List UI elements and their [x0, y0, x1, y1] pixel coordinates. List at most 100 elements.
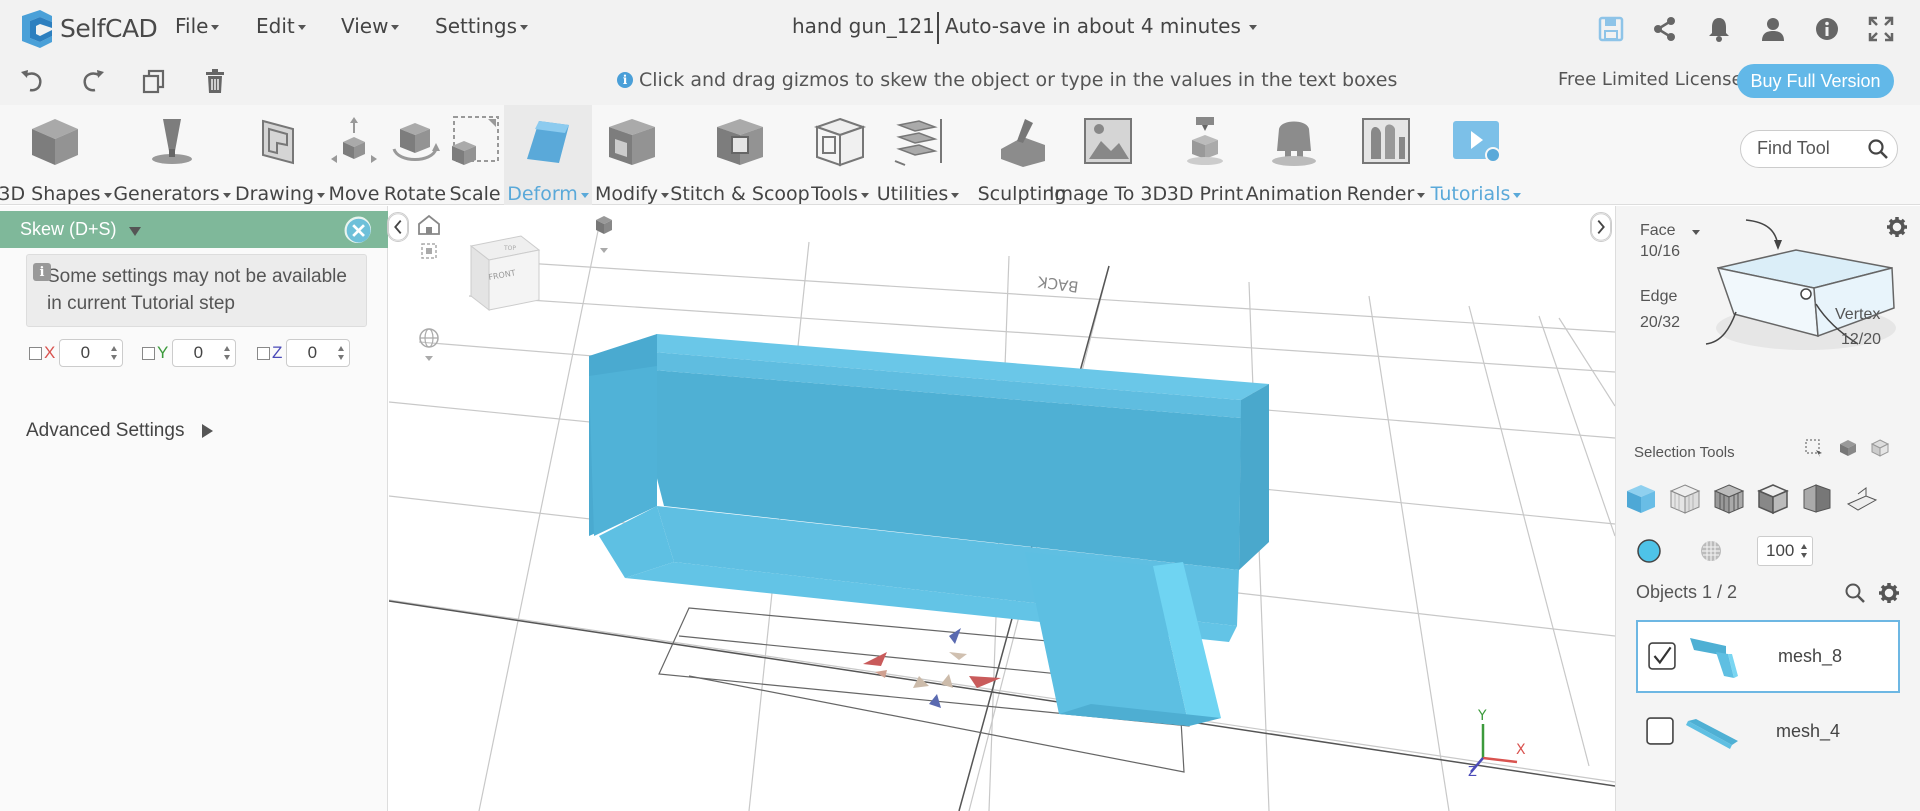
skew-y-checkbox[interactable] — [142, 346, 155, 360]
menu-settings[interactable]: Settings — [435, 14, 529, 38]
tool-rotate[interactable]: Rotate — [383, 105, 447, 205]
tool-stitch-scoop[interactable]: Stitch & Scoop — [670, 105, 810, 205]
copy-icon[interactable] — [140, 67, 168, 95]
tool-drawing[interactable]: Drawing — [235, 105, 326, 205]
3d-viewport[interactable]: BACK FRONT TOP Y X Z — [389, 206, 1615, 811]
advanced-settings-toggle[interactable]: Advanced Settings — [26, 420, 214, 442]
skew-z-checkbox[interactable] — [257, 346, 270, 360]
face-count: 10/16 — [1640, 243, 1681, 260]
right-sidebar: Face 10/16 Edge 20/32 Vertex 12/20 Selec… — [1615, 206, 1920, 811]
tool-deform[interactable]: Deform — [504, 105, 592, 205]
object-visibility-checkbox[interactable] — [1646, 717, 1674, 745]
tool-tools[interactable]: Tools — [805, 105, 875, 205]
expand-arrow-icon — [202, 424, 214, 438]
tool-tutorials[interactable]: Tutorials — [1428, 105, 1524, 205]
edge-label[interactable]: Edge — [1640, 288, 1677, 306]
polygon-select-icon[interactable] — [1800, 482, 1834, 516]
cube-icon — [32, 119, 78, 165]
object-visibility-checkbox[interactable] — [1648, 642, 1676, 670]
spinner-arrows-icon[interactable] — [110, 345, 118, 361]
rotate-icon — [392, 123, 440, 161]
spinner-arrows-icon[interactable] — [337, 345, 345, 361]
search-icon[interactable] — [1844, 582, 1866, 604]
tool-hint-text: Click and drag gizmos to skew the object… — [639, 69, 1398, 91]
menu-edit[interactable]: Edit — [256, 14, 306, 38]
camera-view-icon[interactable] — [596, 216, 612, 253]
object-row-mesh-4[interactable]: mesh_4 — [1636, 695, 1900, 768]
home-view-icon[interactable] — [418, 214, 440, 235]
close-icon[interactable] — [344, 216, 371, 243]
skew-x-checkbox[interactable] — [29, 346, 42, 360]
scene-canvas[interactable]: BACK FRONT TOP Y X Z — [389, 206, 1615, 811]
tool-image-to-3d[interactable]: Image To 3D — [1049, 105, 1167, 205]
tool-3d-shapes-label: 3D Shapes — [0, 183, 101, 205]
user-icon[interactable] — [1759, 15, 1787, 43]
tool-tools-label: Tools — [811, 183, 858, 205]
chevron-down-icon — [317, 192, 326, 198]
object-row-mesh-8[interactable]: mesh_8 — [1636, 620, 1900, 693]
redo-icon[interactable] — [79, 67, 107, 95]
spinner-arrows-icon[interactable] — [1800, 543, 1808, 559]
rect-select-icon[interactable] — [1804, 438, 1824, 458]
object-select-icon[interactable] — [1624, 482, 1658, 516]
select-through-icon[interactable] — [1870, 438, 1890, 458]
perspective-icon[interactable] — [419, 328, 439, 361]
tool-3d-shapes[interactable]: 3D Shapes — [0, 105, 112, 205]
skew-x-input[interactable]: 0 — [59, 339, 124, 367]
edge-select-icon[interactable] — [1712, 482, 1746, 516]
tool-generators[interactable]: Generators — [113, 105, 231, 205]
menu-settings-label: Settings — [435, 14, 518, 38]
spinner-arrows-icon[interactable] — [223, 345, 231, 361]
fit-view-icon[interactable] — [421, 243, 437, 259]
vertex-count: 12/20 — [1841, 331, 1882, 348]
buy-full-version-button[interactable]: Buy Full Version — [1737, 64, 1894, 98]
advanced-settings-label: Advanced Settings — [26, 420, 185, 441]
selfcad-logo-icon — [22, 10, 52, 48]
opacity-input[interactable]: 100 — [1757, 536, 1813, 566]
select-visible-icon[interactable] — [1838, 438, 1858, 458]
search-icon[interactable] — [1867, 138, 1889, 160]
skew-y-input[interactable]: 0 — [172, 339, 237, 367]
plane-select-icon[interactable] — [1844, 482, 1878, 516]
selfcad-logo[interactable]: SelfCAD — [18, 8, 158, 48]
modify-icon — [609, 119, 655, 165]
tool-utilities[interactable]: Utilities — [877, 105, 960, 205]
skew-z-input[interactable]: 0 — [286, 339, 351, 367]
tool-modify[interactable]: Modify — [595, 105, 669, 205]
caret-down-icon[interactable] — [129, 227, 141, 236]
find-tool-input[interactable] — [1757, 138, 1857, 159]
collapse-left-panel-icon[interactable] — [387, 212, 409, 242]
title-divider — [937, 12, 939, 44]
color-swatch-icon[interactable] — [1636, 538, 1662, 564]
tool-3d-print[interactable]: 3D Print — [1167, 105, 1243, 205]
mesh-gun-model[interactable] — [589, 334, 1269, 726]
vertex-label[interactable]: Vertex — [1835, 306, 1880, 324]
autosave-status[interactable]: Auto-save in about 4 minutes — [945, 14, 1257, 38]
tool-rotate-label: Rotate — [383, 183, 447, 205]
menu-view[interactable]: View — [341, 14, 400, 38]
tool-move[interactable]: Move — [326, 105, 382, 205]
collapse-right-panel-icon[interactable] — [1590, 212, 1612, 242]
fullscreen-icon[interactable] — [1867, 15, 1895, 43]
share-icon[interactable] — [1651, 15, 1679, 43]
skew-y-value: 0 — [193, 343, 204, 362]
tool-render[interactable]: Render — [1346, 105, 1426, 205]
face-select-icon[interactable] — [1756, 482, 1790, 516]
selection-mode-cube[interactable] — [1686, 216, 1916, 366]
gear-icon[interactable] — [1878, 582, 1900, 604]
trash-icon[interactable] — [201, 67, 229, 95]
undo-icon[interactable] — [18, 67, 46, 95]
chevron-down-icon — [211, 24, 220, 30]
info-icon[interactable] — [1813, 15, 1841, 43]
save-icon[interactable] — [1597, 15, 1625, 43]
bell-icon[interactable] — [1705, 15, 1733, 43]
view-cube[interactable]: FRONT TOP — [469, 235, 541, 312]
tool-scale[interactable]: Scale — [449, 105, 501, 205]
vertex-select-icon[interactable] — [1668, 482, 1702, 516]
material-texture-icon[interactable] — [1698, 538, 1724, 564]
tool-animation[interactable]: Animation — [1246, 105, 1342, 205]
tool-animation-label: Animation — [1245, 183, 1343, 205]
document-title[interactable]: hand gun_121 — [792, 14, 935, 38]
tool-stitch-scoop-label: Stitch & Scoop — [670, 183, 810, 205]
menu-file[interactable]: File — [175, 14, 220, 38]
